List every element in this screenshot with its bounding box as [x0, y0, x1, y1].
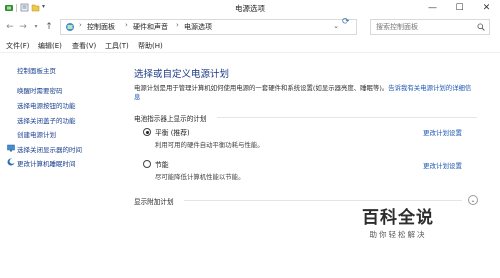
- plan-power-saver-change-settings-link[interactable]: 更改计划设置: [423, 160, 462, 170]
- refresh-icon[interactable]: ⟳: [342, 17, 350, 27]
- address-bar[interactable]: › 控制面板 › 硬件和声音 › 电源选项 ⌄: [60, 19, 357, 35]
- watermark-subtitle: 助你轻松解决: [369, 230, 427, 239]
- navigation-bar: ← → ▾ ↑ › 控制面板 › 硬件和声音 › 电源选项 ⌄ ⟳: [0, 16, 500, 38]
- sidebar-item-lid-close[interactable]: 选择关闭盖子的功能: [17, 115, 76, 125]
- search-icon[interactable]: [477, 23, 485, 31]
- sidebar: 控制面板主页 唤醒时需要密码 选择电源按钮的功能 选择关闭盖子的功能 创建电源计…: [0, 54, 122, 278]
- description-text: 电源计划是用于管理计算机如何使用电源的一套硬件和系统设置(如显示器亮度、睡眠等)…: [134, 84, 389, 92]
- sidebar-item-power-button[interactable]: 选择电源按钮的功能: [17, 100, 76, 110]
- maximize-button[interactable]: ☐: [446, 0, 473, 16]
- sidebar-item-sleep-time[interactable]: 更改计算机睡眠时间: [17, 158, 76, 168]
- menu-edit[interactable]: 编辑(E): [38, 41, 62, 51]
- breadcrumb-power-options[interactable]: 电源选项: [184, 22, 212, 32]
- plan-balanced-desc: 利用可用的硬件自动平衡功耗与性能。: [155, 141, 264, 149]
- plan-balanced-change-settings-link[interactable]: 更改计划设置: [423, 127, 462, 137]
- menu-view[interactable]: 查看(V): [72, 41, 96, 51]
- breadcrumb-separator-icon[interactable]: ›: [176, 21, 179, 29]
- watermark-title: 百科全说: [362, 208, 434, 228]
- power-options-window: ▾ 电源选项 — ☐ ✕ ← → ▾ ↑ › 控制面板 › 硬件和声音 › 电源…: [0, 0, 500, 278]
- main-content: 选择或自定义电源计划 电源计划是用于管理计算机如何使用电源的一套硬件和系统设置(…: [122, 54, 500, 278]
- sidebar-item-create-plan[interactable]: 创建电源计划: [17, 129, 56, 139]
- section-title-battery-plans: 电池指示器上显示的计划: [134, 115, 207, 123]
- close-button[interactable]: ✕: [473, 0, 500, 16]
- page-description: 电源计划是用于管理计算机如何使用电源的一套硬件和系统设置(如显示器亮度、睡眠等)…: [134, 84, 474, 102]
- section-title-additional-plans[interactable]: 显示附加计划: [134, 196, 174, 206]
- breadcrumb-hardware-sound[interactable]: 硬件和声音: [133, 22, 168, 32]
- menu-bar: 文件(F) 编辑(E) 查看(V) 工具(T) 帮助(H): [0, 39, 500, 53]
- search-box[interactable]: [370, 19, 490, 35]
- sleep-moon-icon: [7, 158, 15, 166]
- back-arrow-icon[interactable]: ←: [5, 21, 15, 33]
- title-bar: ▾ 电源选项 — ☐ ✕: [0, 0, 500, 16]
- plan-power-saver-radio[interactable]: [143, 160, 151, 168]
- menu-help[interactable]: 帮助(H): [138, 41, 163, 51]
- sidebar-item-wake-password[interactable]: 唤醒时需要密码: [17, 85, 63, 95]
- page-title: 选择或自定义电源计划: [134, 69, 230, 80]
- sidebar-control-panel-home[interactable]: 控制面板主页: [17, 65, 56, 75]
- minimize-button[interactable]: —: [419, 0, 446, 16]
- up-arrow-icon[interactable]: ↑: [44, 21, 54, 33]
- address-dropdown-icon[interactable]: ⌄: [333, 22, 339, 30]
- breadcrumb-control-panel[interactable]: 控制面板: [87, 22, 115, 32]
- recent-locations-chevron-icon[interactable]: ▾: [31, 21, 41, 33]
- section-divider: [217, 117, 477, 118]
- watermark-logo: 百科全说 助你轻松解决: [338, 203, 458, 240]
- breadcrumb-separator-icon[interactable]: ›: [125, 21, 128, 29]
- monitor-icon: [7, 144, 15, 152]
- plan-balanced-name[interactable]: 平衡 (推荐): [155, 127, 190, 137]
- control-panel-icon: [66, 23, 74, 31]
- sidebar-item-display-off-time[interactable]: 选择关闭显示器的时间: [17, 144, 82, 154]
- menu-file[interactable]: 文件(F): [6, 41, 30, 51]
- menu-tools[interactable]: 工具(T): [105, 41, 129, 51]
- breadcrumb-separator-icon[interactable]: ›: [79, 21, 82, 29]
- plan-balanced-radio[interactable]: [143, 128, 151, 136]
- plan-power-saver-name[interactable]: 节能: [155, 159, 169, 169]
- forward-arrow-icon[interactable]: →: [18, 21, 28, 33]
- expand-chevron-icon[interactable]: ⌄: [468, 195, 478, 205]
- plan-power-saver-desc: 尽可能降低计算机性能以节能。: [155, 173, 245, 181]
- section-divider: [184, 200, 462, 201]
- search-input[interactable]: [371, 20, 471, 34]
